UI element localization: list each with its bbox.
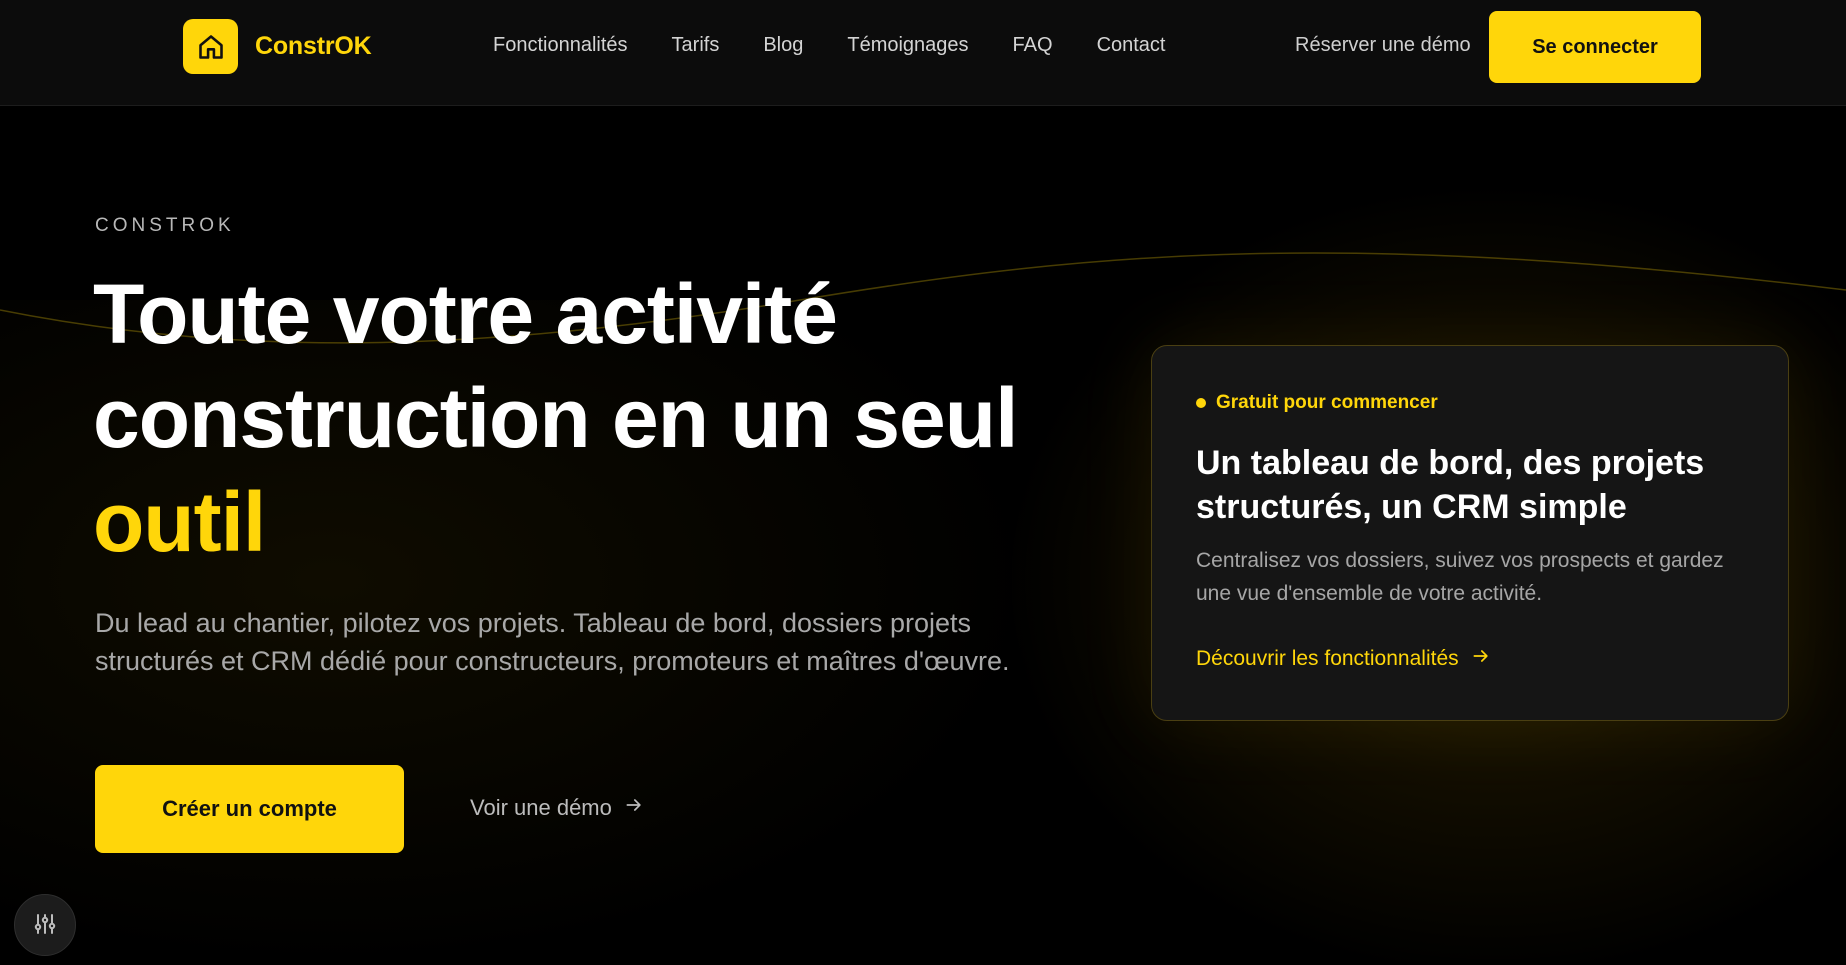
create-account-button[interactable]: Créer un compte [95, 765, 404, 853]
arrow-right-icon [1471, 646, 1491, 672]
sliders-icon [33, 912, 57, 939]
hero-title-line-1: Toute votre activité [93, 267, 838, 361]
hero-eyebrow: CONSTROK [95, 215, 235, 236]
nav-item-contact[interactable]: Contact [1097, 34, 1166, 57]
hero-title: Toute votre activité construction en un … [93, 262, 1093, 574]
book-demo-link[interactable]: Réserver une démo [1295, 34, 1471, 57]
hero-title-line-2: construction en un seul [93, 371, 1018, 465]
view-demo-link[interactable]: Voir une démo [470, 795, 644, 821]
nav-item-tarifs[interactable]: Tarifs [672, 34, 720, 57]
logo-link[interactable]: ConstrOK [183, 19, 372, 74]
discover-features-label: Découvrir les fonctionnalités [1196, 647, 1459, 670]
nav-item-faq[interactable]: FAQ [1013, 34, 1053, 57]
landing-page: ConstrOK Fonctionnalités Tarifs Blog Tém… [0, 0, 1846, 965]
main-nav: Fonctionnalités Tarifs Blog Témoignages … [493, 34, 1166, 57]
hero-title-accent: outil [93, 475, 266, 569]
badge-text: Gratuit pour commencer [1216, 392, 1438, 413]
hero-description: Du lead au chantier, pilotez vos projets… [95, 608, 1010, 676]
card-description: Centralisez vos dossiers, suivez vos pro… [1196, 549, 1724, 605]
discover-features-link[interactable]: Découvrir les fonctionnalités [1196, 646, 1491, 672]
feature-card: Gratuit pour commencer Un tableau de bor… [1151, 345, 1789, 721]
login-button[interactable]: Se connecter [1489, 11, 1701, 83]
card-title: Un tableau de bord, des projets structur… [1196, 444, 1705, 526]
badge-dot-icon [1196, 398, 1206, 408]
home-icon [183, 19, 238, 74]
arrow-right-icon [624, 795, 644, 821]
site-header: ConstrOK Fonctionnalités Tarifs Blog Tém… [0, 0, 1846, 106]
free-badge: Gratuit pour commencer [1196, 392, 1438, 414]
nav-item-temoignages[interactable]: Témoignages [847, 34, 968, 57]
settings-fab-button[interactable] [14, 894, 76, 956]
nav-item-blog[interactable]: Blog [763, 34, 803, 57]
view-demo-label: Voir une démo [470, 795, 612, 820]
nav-item-fonctionnalites[interactable]: Fonctionnalités [493, 34, 628, 57]
logo-text: ConstrOK [255, 32, 372, 60]
